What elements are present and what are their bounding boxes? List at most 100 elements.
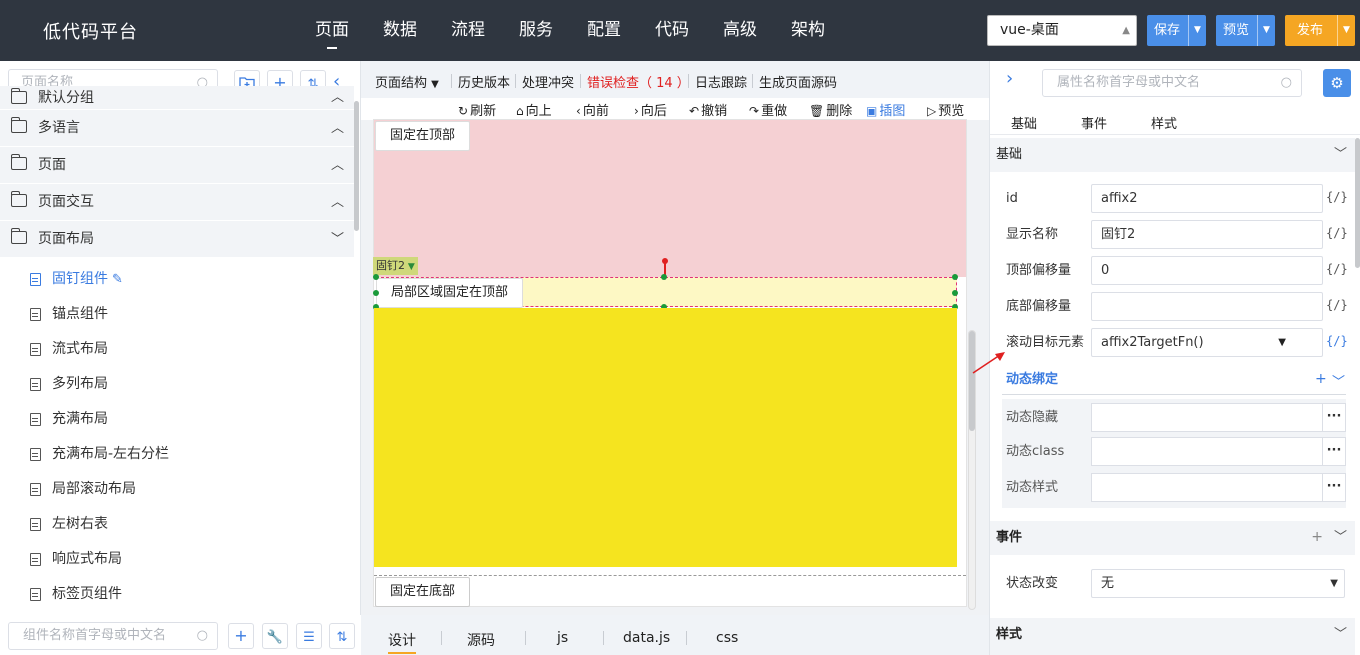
tab-design[interactable]: 设计 [388, 630, 416, 654]
section-event[interactable]: 事件 + ﹀ [990, 521, 1355, 555]
resize-handle[interactable] [952, 274, 958, 280]
nav-flow[interactable]: 流程 [451, 0, 485, 61]
list-item[interactable]: 充满布局 [0, 402, 354, 437]
list-item[interactable]: 充满布局-左右分栏 [0, 437, 354, 472]
group-page-layout[interactable]: 页面布局 ﹀ [0, 221, 354, 258]
history-button[interactable]: 历史版本 [458, 72, 510, 91]
page-structure-menu[interactable]: 页面结构 ▼ [375, 72, 439, 91]
settings-button[interactable]: ⚙ [1323, 69, 1351, 97]
right-scrollbar[interactable] [1355, 138, 1360, 268]
field-offset-bottom: 底部偏移量 {/} [990, 292, 1360, 328]
plus-icon[interactable]: + [1315, 371, 1327, 387]
id-input[interactable]: affix2 [1091, 184, 1323, 213]
insert-image-button[interactable]: ▣ 插图 [866, 100, 905, 119]
code-binding-icon[interactable]: {/} [1326, 262, 1348, 276]
env-select[interactable]: vue-桌面 ▲ [987, 15, 1137, 46]
scroll-thumb[interactable] [969, 331, 975, 431]
list-item-affix[interactable]: 固钉组件 ✎ [0, 262, 354, 297]
publish-button[interactable]: 发布 ▼ [1285, 15, 1355, 46]
code-binding-icon[interactable]: {/} [1326, 190, 1348, 204]
nav-config[interactable]: 配置 [587, 0, 621, 61]
sort-button[interactable]: ⇅ [329, 623, 355, 649]
list-order-button[interactable]: ☰ [296, 623, 322, 649]
save-button[interactable]: 保存 ▼ [1147, 15, 1206, 46]
component-search-input[interactable]: 组件名称首字母或中文名 ○ [8, 622, 218, 650]
list-item[interactable]: 局部滚动布局 [0, 472, 354, 507]
plus-icon[interactable]: + [1311, 521, 1323, 553]
caret-down-icon[interactable]: ▼ [1188, 15, 1206, 46]
nav-architecture[interactable]: 架构 [791, 0, 825, 61]
group-default[interactable]: 默认分组 ︿ [0, 86, 354, 110]
left-scrollbar[interactable] [354, 101, 359, 231]
conflict-button[interactable]: 处理冲突 [522, 72, 574, 91]
nav-page[interactable]: 页面 [315, 0, 349, 61]
divider [515, 74, 516, 88]
more-icon[interactable]: ··· [1322, 437, 1346, 466]
edit-pencil-icon[interactable]: ✎ [112, 262, 123, 297]
caret-down-icon[interactable]: ▼ [1257, 15, 1275, 46]
more-icon[interactable]: ··· [1322, 403, 1346, 432]
preview-canvas-button[interactable]: ▷ 预览 [927, 100, 964, 119]
forward-button[interactable]: ‹ 向前 [576, 100, 609, 119]
redo-button[interactable]: ↷ 重做 [749, 100, 787, 119]
tab-datajs[interactable]: data.js [623, 630, 670, 646]
preview-button[interactable]: 预览 ▼ [1216, 15, 1275, 46]
content-region[interactable] [374, 308, 957, 567]
error-check-button[interactable]: 错误检查（ 14 ） [587, 72, 690, 91]
resize-handle[interactable] [373, 290, 379, 296]
display-name-input[interactable]: 固钉2 [1091, 220, 1323, 249]
up-button[interactable]: ⌂ 向上 [516, 100, 552, 119]
list-item[interactable]: 流式布局 [0, 332, 354, 367]
tab-event[interactable]: 事件 [1081, 113, 1107, 132]
dynamic-binding-header[interactable]: 动态绑定 + ﹀ [990, 367, 1360, 391]
chevron-right-icon[interactable]: › [1006, 68, 1013, 89]
design-canvas[interactable]: 固定在顶部 固钉2 ▼ 局部区域固定在顶部 固定在底部 [373, 119, 976, 610]
nav-code[interactable]: 代码 [655, 0, 689, 61]
offset-top-input[interactable]: 0 [1091, 256, 1323, 285]
caret-down-icon[interactable]: ▼ [1337, 15, 1355, 46]
scroll-target-select[interactable]: affix2TargetFn() ▼ 跳转 [1091, 328, 1323, 357]
dynamic-class-input[interactable] [1091, 437, 1323, 466]
property-search-input[interactable]: 属性名称首字母或中文名 ○ [1042, 69, 1302, 97]
tab-js[interactable]: js [557, 630, 568, 646]
code-binding-icon[interactable]: {/} [1326, 334, 1348, 348]
log-trace-button[interactable]: 日志跟踪 [695, 72, 747, 91]
list-item[interactable]: 标签页组件 [0, 577, 354, 612]
delete-button[interactable]: 🗑 删除 [809, 100, 852, 119]
code-binding-icon[interactable]: {/} [1326, 226, 1348, 240]
list-item[interactable]: 左树右表 [0, 507, 354, 542]
backward-button[interactable]: › 向后 [634, 100, 667, 119]
refresh-button[interactable]: ↻ 刷新 [458, 100, 496, 119]
list-item[interactable]: 多列布局 [0, 367, 354, 402]
more-icon[interactable]: ··· [1322, 473, 1346, 502]
section-style[interactable]: 样式 ﹀ [990, 618, 1355, 655]
nav-advanced[interactable]: 高级 [723, 0, 757, 61]
resize-handle[interactable] [952, 290, 958, 296]
resize-handle[interactable] [373, 274, 379, 280]
tab-source[interactable]: 源码 [467, 630, 495, 650]
tool-button[interactable]: 🔧 [262, 623, 288, 649]
state-change-select[interactable]: 无 ▼ [1091, 569, 1345, 598]
offset-bottom-input[interactable] [1091, 292, 1323, 321]
nav-service[interactable]: 服务 [519, 0, 553, 61]
list-item[interactable]: 锚点组件 [0, 297, 354, 332]
list-item[interactable]: 响应式布局 [0, 542, 354, 577]
generate-source-button[interactable]: 生成页面源码 [759, 72, 837, 91]
group-i18n[interactable]: 多语言 ︿ [0, 110, 354, 147]
dynamic-hidden-input[interactable] [1091, 403, 1323, 432]
group-page-interaction[interactable]: 页面交互 ︿ [0, 184, 354, 221]
tab-css[interactable]: css [716, 630, 738, 646]
affix-component-tag[interactable]: 固钉2 ▼ [373, 257, 418, 275]
code-binding-icon[interactable]: {/} [1326, 298, 1348, 312]
tab-style[interactable]: 样式 [1151, 113, 1177, 132]
group-page[interactable]: 页面 ︿ [0, 147, 354, 184]
undo-button[interactable]: ↶ 撤销 [689, 100, 727, 119]
nav-data[interactable]: 数据 [383, 0, 417, 61]
section-basic[interactable]: 基础 ﹀ [990, 138, 1355, 172]
chevron-down-icon[interactable]: ﹀ [1332, 371, 1345, 390]
resize-handle[interactable] [661, 274, 667, 280]
divider [603, 631, 604, 645]
tab-basic[interactable]: 基础 [1011, 113, 1037, 132]
dynamic-style-input[interactable] [1091, 473, 1323, 502]
add-component-button[interactable]: + [228, 623, 254, 649]
